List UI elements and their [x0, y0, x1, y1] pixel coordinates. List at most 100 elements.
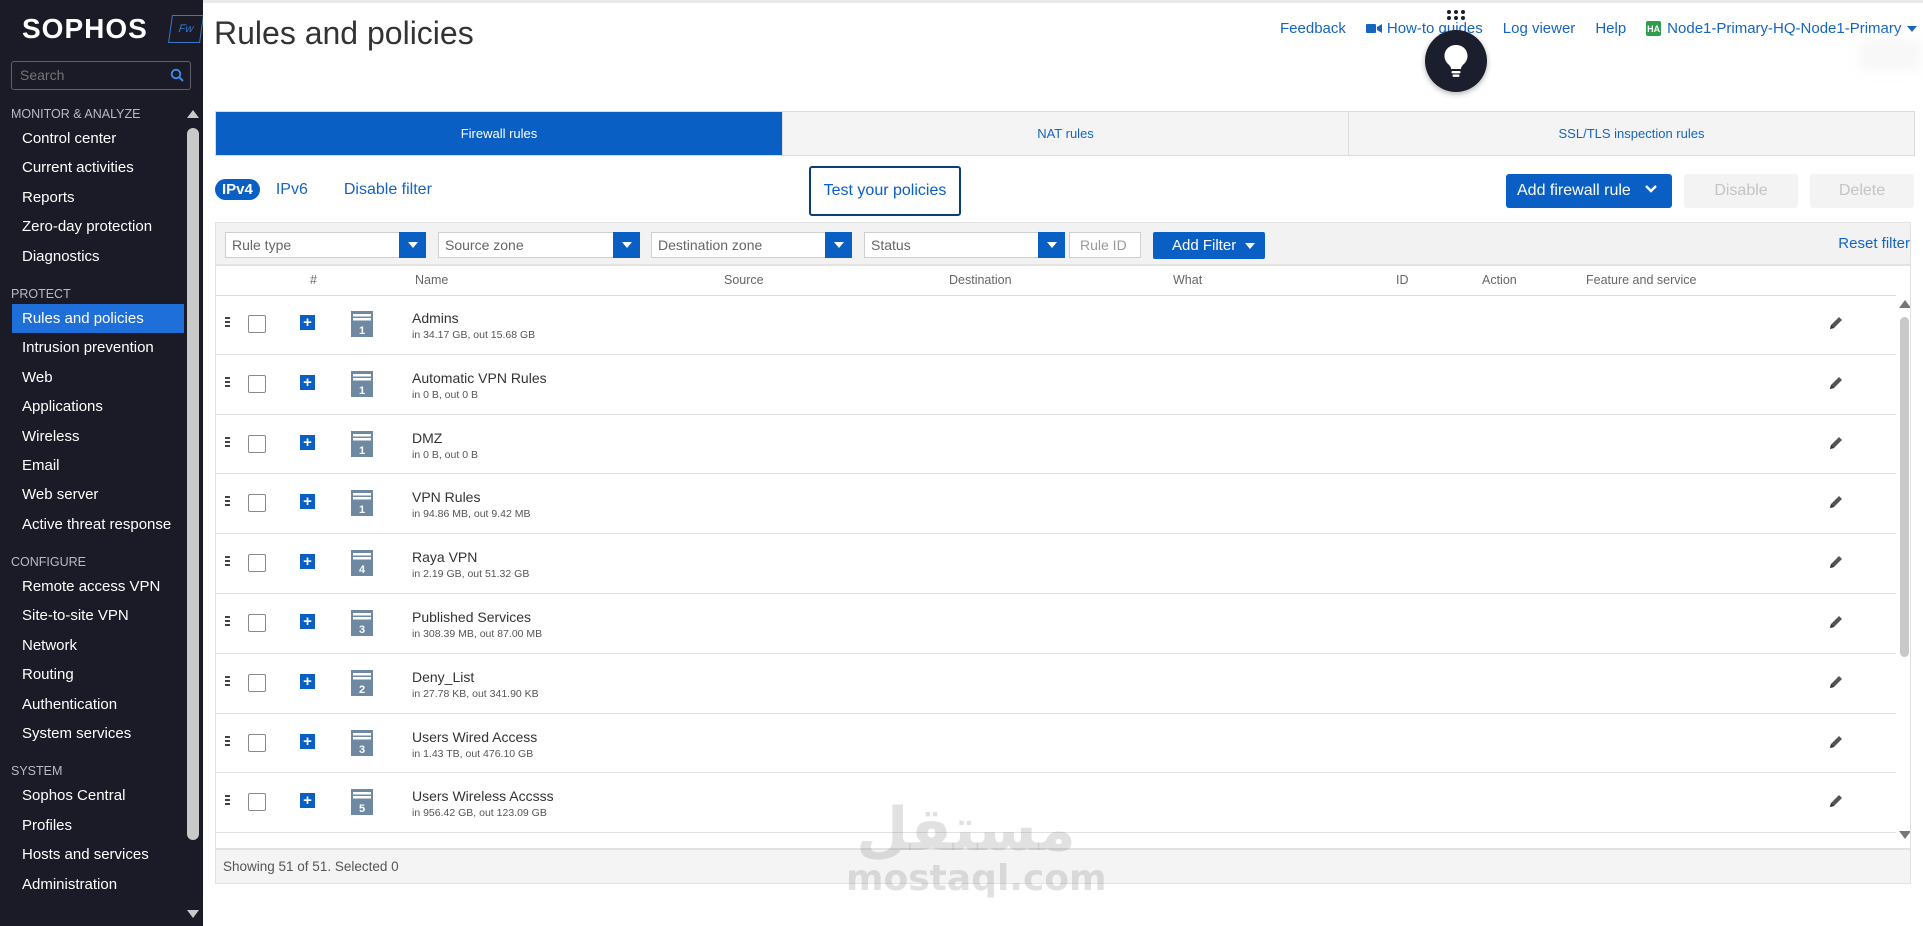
disable-button[interactable]: Disable — [1684, 174, 1798, 208]
rule-group-name[interactable]: Users Wired Access — [412, 729, 537, 745]
expand-icon[interactable]: + — [300, 434, 315, 450]
rule-group-name[interactable]: Published Services — [412, 609, 531, 625]
test-policies-button[interactable]: Test your policies — [809, 166, 961, 216]
row-checkbox[interactable] — [248, 315, 266, 333]
sidebar-item-authentication[interactable]: Authentication — [0, 690, 184, 719]
sidebar-item-network[interactable]: Network — [0, 631, 184, 660]
row-checkbox[interactable] — [248, 554, 266, 573]
rule-group-name[interactable]: Raya VPN — [412, 549, 477, 565]
table-row[interactable]: +5 Users Wireless Accsss in 956.42 GB, out… — [216, 773, 1896, 834]
pencil-icon[interactable] — [1828, 674, 1844, 690]
row-checkbox[interactable] — [248, 494, 266, 513]
sidebar-item-active-threat-response[interactable]: Active threat response — [0, 510, 184, 539]
sidebar-item-wireless[interactable]: Wireless — [0, 422, 184, 451]
table-row[interactable]: +1 VPN Rules in 94.86 MB, out 9.42 MB — [216, 474, 1896, 535]
destination-zone-select[interactable]: Destination zone — [651, 232, 852, 258]
scroll-thumb[interactable] — [1900, 317, 1909, 657]
tab-firewall-rules[interactable]: Firewall rules — [216, 112, 783, 155]
table-scrollbar[interactable] — [1898, 295, 1910, 847]
sidebar-item-routing[interactable]: Routing — [0, 660, 184, 689]
col-number[interactable]: # — [310, 273, 317, 287]
sidebar-item-intrusion-prevention[interactable]: Intrusion prevention — [0, 333, 184, 362]
expand-icon[interactable]: + — [300, 733, 315, 749]
sidebar-item-applications[interactable]: Applications — [0, 392, 184, 421]
tab-nat-rules[interactable]: NAT rules — [783, 112, 1349, 155]
drag-handle-icon[interactable] — [225, 795, 230, 807]
sidebar-item-current-activities[interactable]: Current activities — [0, 153, 184, 182]
status-select[interactable]: Status — [864, 232, 1065, 258]
pencil-icon[interactable] — [1828, 435, 1844, 451]
drag-handle-icon[interactable] — [225, 556, 230, 568]
sidebar-scrollbar[interactable] — [184, 108, 202, 926]
dropdown-arrow-icon[interactable] — [613, 232, 640, 258]
pencil-icon[interactable] — [1828, 375, 1844, 391]
drag-handle-icon[interactable] — [225, 675, 230, 688]
row-checkbox[interactable] — [248, 793, 266, 812]
sidebar-item-diagnostics[interactable]: Diagnostics — [0, 242, 184, 271]
col-source[interactable]: Source — [724, 273, 764, 287]
feedback-link[interactable]: Feedback — [1280, 20, 1346, 37]
node-selector[interactable]: HA Node1-Primary-HQ-Node1-Primary — [1646, 20, 1918, 37]
rule-group-name[interactable]: Automatic VPN Rules — [412, 370, 547, 386]
sidebar-search[interactable] — [11, 61, 191, 90]
rule-type-select[interactable]: Rule type — [225, 232, 426, 258]
pencil-icon[interactable] — [1828, 315, 1844, 331]
row-checkbox[interactable] — [248, 374, 266, 393]
drag-handle-icon[interactable] — [225, 615, 230, 628]
dropdown-arrow-icon[interactable] — [1038, 232, 1065, 258]
ipv6-toggle[interactable]: IPv6 — [276, 181, 308, 199]
table-row[interactable]: +2 Deny_List in 27.78 KB, out 341.90 KB — [216, 654, 1896, 714]
add-firewall-rule-button[interactable]: Add firewall rule — [1506, 174, 1672, 208]
expand-icon[interactable]: + — [300, 315, 315, 330]
scroll-down-icon[interactable] — [1899, 831, 1910, 839]
rule-group-name[interactable]: Users Wireless Accsss — [412, 788, 554, 804]
pencil-icon[interactable] — [1828, 494, 1844, 510]
pencil-icon[interactable] — [1828, 793, 1844, 809]
col-name[interactable]: Name — [415, 273, 448, 287]
table-row[interactable]: +1 Automatic VPN Rules in 0 B, out 0 B — [216, 355, 1896, 415]
expand-icon[interactable]: + — [300, 374, 315, 390]
chevron-down-icon[interactable] — [1644, 184, 1658, 194]
col-id[interactable]: ID — [1396, 273, 1409, 287]
tab-ssl-tls-inspection-rules[interactable]: SSL/TLS inspection rules — [1349, 112, 1914, 155]
expand-icon[interactable]: + — [300, 554, 315, 570]
rule-id-input[interactable]: Rule ID — [1069, 232, 1141, 258]
sidebar-item-site-to-site-vpn[interactable]: Site-to-site VPN — [0, 601, 184, 630]
ipv4-toggle[interactable]: IPv4 — [215, 179, 260, 200]
search-icon[interactable] — [170, 68, 184, 87]
sidebar-item-control-center[interactable]: Control center — [0, 124, 184, 153]
drag-handle-icon[interactable] — [1447, 10, 1466, 20]
expand-icon[interactable]: + — [300, 613, 315, 629]
scroll-down-icon[interactable] — [187, 910, 199, 918]
sidebar-item-sophos-central[interactable]: Sophos Central — [0, 781, 184, 810]
scroll-thumb[interactable] — [187, 128, 199, 840]
drag-handle-icon[interactable] — [225, 735, 230, 748]
row-checkbox[interactable] — [248, 733, 266, 752]
table-row[interactable]: +1 DMZ in 0 B, out 0 B — [216, 415, 1896, 475]
expand-icon[interactable]: + — [300, 793, 315, 809]
add-filter-button[interactable]: Add Filter — [1153, 232, 1265, 259]
dropdown-arrow-icon[interactable] — [825, 232, 852, 258]
sidebar-item-administration[interactable]: Administration — [0, 870, 184, 899]
table-row[interactable]: +4 Raya VPN in 2.19 GB, out 51.32 GB — [216, 534, 1896, 594]
sidebar-item-web[interactable]: Web — [0, 363, 184, 392]
row-checkbox[interactable] — [248, 613, 266, 632]
sidebar-item-system-services[interactable]: System services — [0, 719, 184, 748]
help-link[interactable]: Help — [1595, 20, 1626, 37]
col-what[interactable]: What — [1173, 273, 1202, 287]
dropdown-arrow-icon[interactable] — [399, 232, 426, 258]
table-row[interactable]: +3 Published Services in 308.39 MB, out 87… — [216, 594, 1896, 654]
table-row[interactable]: +1 Admins in 34.17 GB, out 15.68 GB — [216, 295, 1896, 355]
sidebar-item-zero-day-protection[interactable]: Zero-day protection — [0, 212, 184, 241]
drag-handle-icon[interactable] — [225, 436, 230, 449]
table-row[interactable]: +3 Users Wired Access in 1.43 TB, out 476.… — [216, 714, 1896, 774]
pencil-icon[interactable] — [1828, 734, 1844, 750]
sidebar-item-web-server[interactable]: Web server — [0, 480, 184, 509]
sidebar-item-rules-and-policies[interactable]: Rules and policies — [12, 303, 184, 334]
search-input[interactable] — [12, 62, 168, 88]
scroll-up-icon[interactable] — [1899, 300, 1910, 308]
table-row[interactable]: +Servers — [216, 833, 1896, 848]
col-destination[interactable]: Destination — [949, 273, 1012, 287]
sidebar-item-remote-access-vpn[interactable]: Remote access VPN — [0, 572, 184, 601]
disable-filter-link[interactable]: Disable filter — [344, 181, 432, 199]
